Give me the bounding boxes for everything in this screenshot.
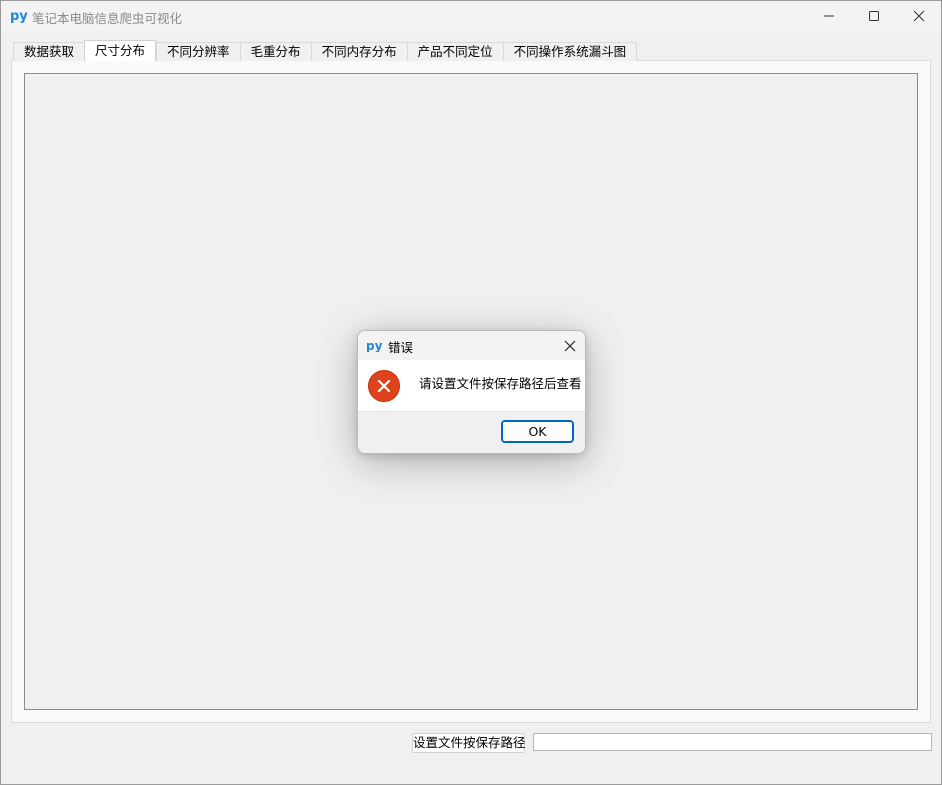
tab-os-funnel[interactable]: 不同操作系统漏斗图 — [502, 42, 638, 61]
close-button[interactable] — [896, 1, 942, 31]
maximize-button[interactable] — [851, 1, 897, 31]
minimize-icon — [824, 15, 834, 17]
save-path-field[interactable] — [533, 733, 932, 751]
tab-data-fetch[interactable]: 数据获取 — [13, 42, 85, 61]
tab-gross-weight[interactable]: 毛重分布 — [239, 42, 311, 61]
title-bar[interactable]: py 笔记本电脑信息爬虫可视化 — [1, 1, 941, 31]
set-save-path-button[interactable]: 设置文件按保存路径 — [412, 733, 526, 753]
dialog-body: 请设置文件按保存路径后查看 — [358, 360, 585, 411]
dialog-message: 请设置文件按保存路径后查看 — [419, 376, 582, 391]
tab-product-positioning[interactable]: 产品不同定位 — [406, 42, 503, 61]
ok-button[interactable]: OK — [501, 420, 574, 443]
python-py-icon: py — [10, 9, 28, 23]
dialog-title-bar[interactable]: py 错误 — [358, 331, 585, 360]
tab-size-distribution[interactable]: 尺寸分布 — [84, 40, 157, 61]
python-py-icon: py — [366, 339, 382, 352]
dialog-footer: OK — [358, 411, 585, 453]
tab-memory[interactable]: 不同内存分布 — [310, 42, 407, 61]
maximize-icon — [869, 11, 879, 21]
svg-text:py: py — [366, 339, 382, 352]
tab-bar: 数据获取 尺寸分布 不同分辨率 毛重分布 不同内存分布 产品不同定位 不同操作系… — [13, 40, 638, 61]
close-icon — [913, 10, 925, 22]
error-dialog: py 错误 请设置文件按保存路径后查看 OK — [357, 330, 586, 454]
error-icon — [368, 370, 400, 402]
minimize-button[interactable] — [806, 1, 852, 31]
svg-text:py: py — [10, 9, 28, 23]
close-icon[interactable] — [561, 337, 579, 355]
dialog-title: 错误 — [388, 340, 414, 355]
window-title: 笔记本电脑信息爬虫可视化 — [32, 11, 183, 26]
tab-resolution[interactable]: 不同分辨率 — [156, 42, 240, 61]
